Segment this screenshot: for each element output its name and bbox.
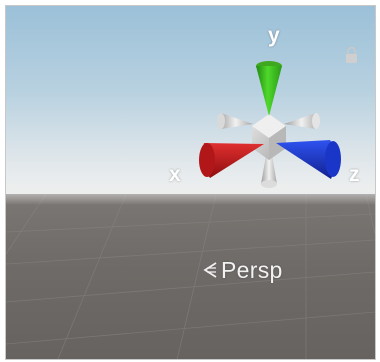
y-axis-label[interactable]: y [268, 24, 280, 48]
orientation-gizmo[interactable] [186, 26, 361, 206]
chevron-left-icon [203, 262, 217, 278]
z-axis-label[interactable]: z [349, 163, 360, 187]
ground-grid [6, 194, 375, 359]
x-axis-label[interactable]: x [169, 163, 181, 187]
projection-toggle[interactable]: Persp [202, 252, 283, 288]
y-axis-cone [256, 66, 282, 116]
projection-label: Persp [221, 256, 283, 283]
scene-view[interactable]: y x z Persp [5, 5, 376, 360]
